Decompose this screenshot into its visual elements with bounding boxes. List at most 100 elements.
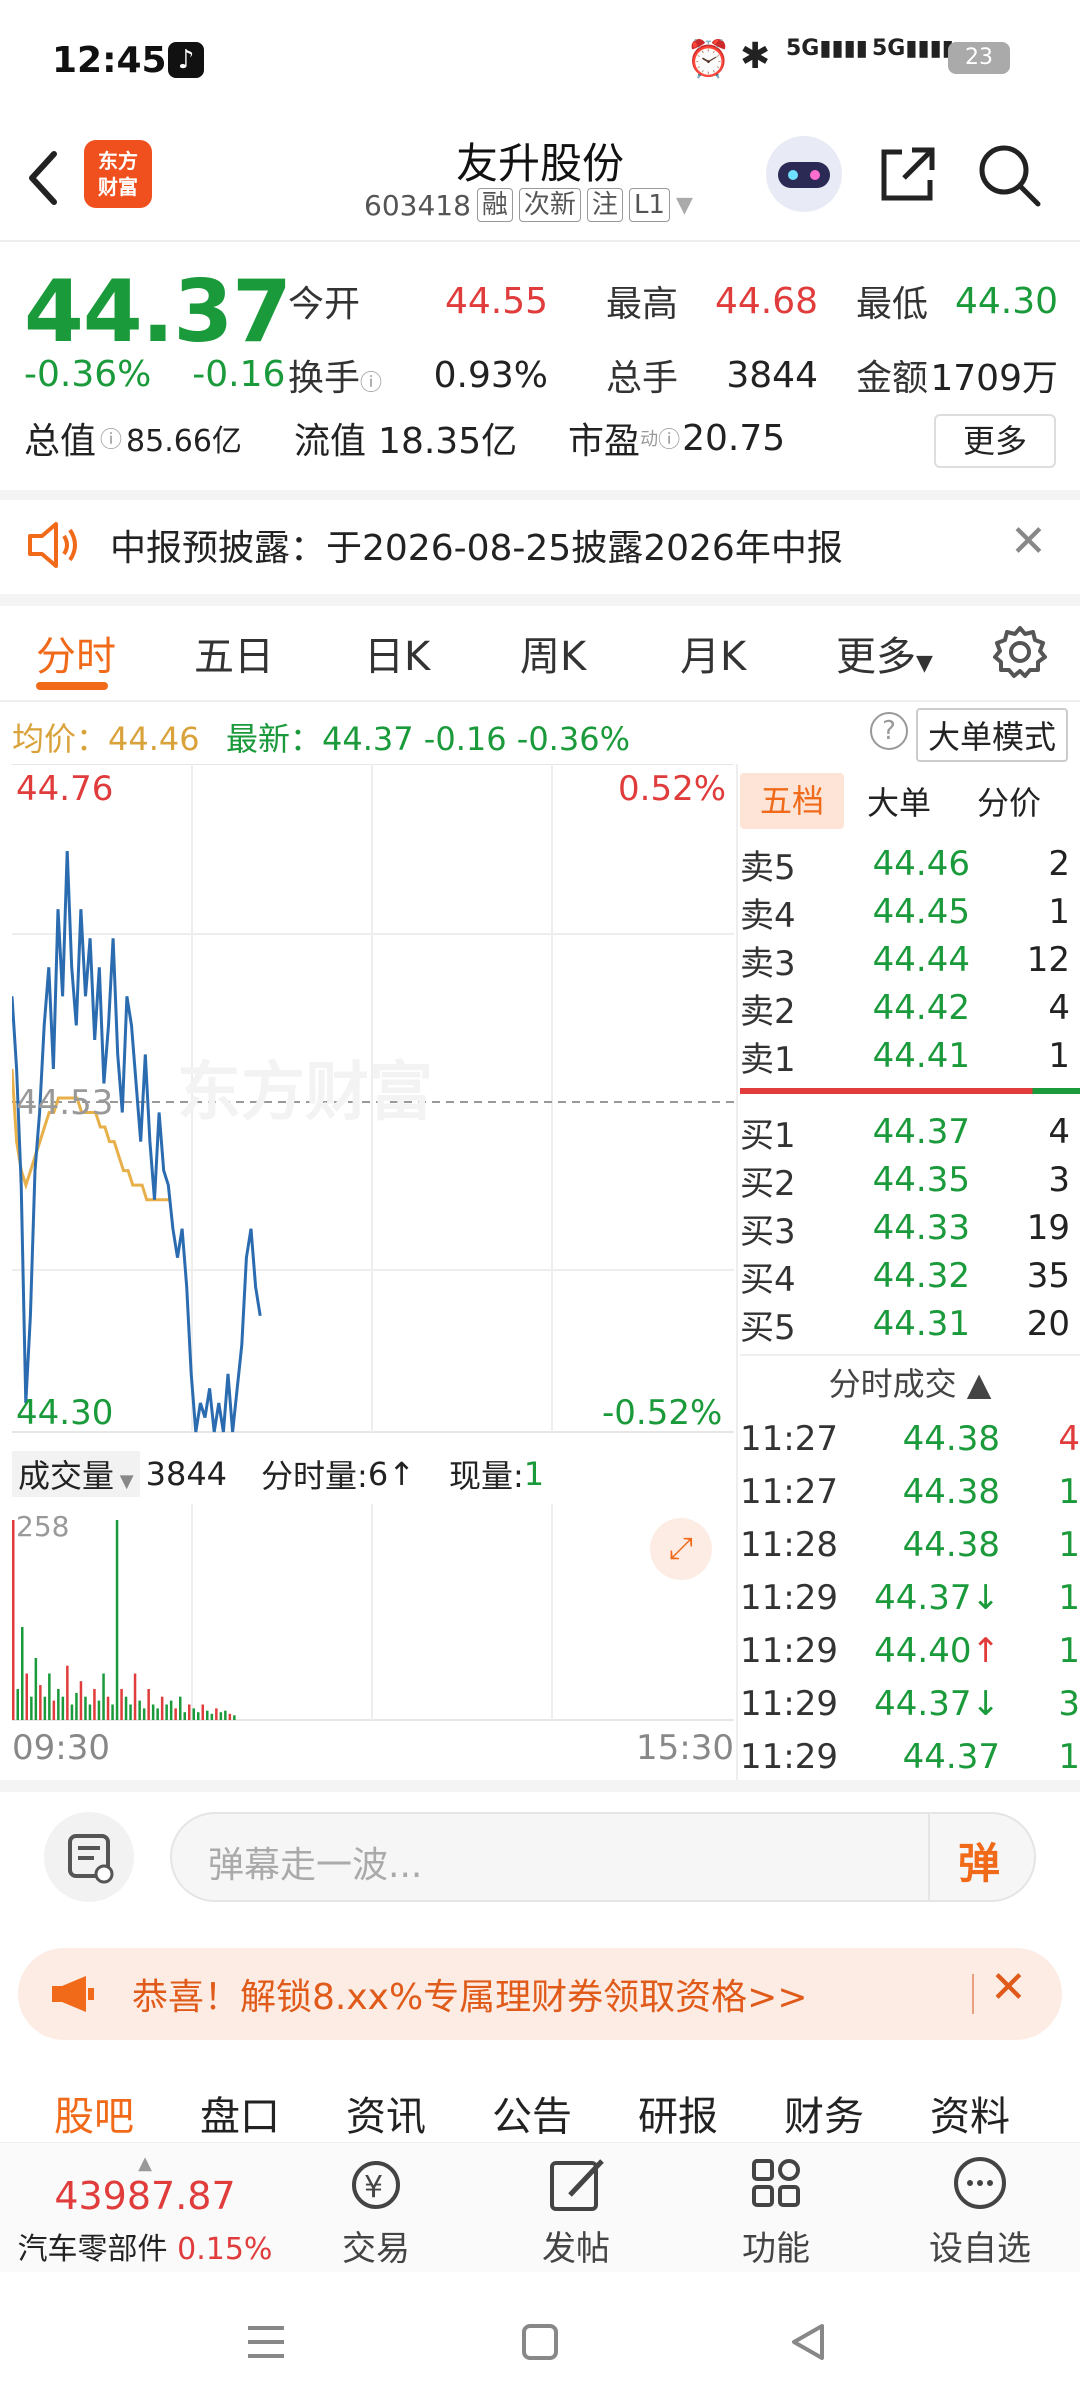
more-button[interactable]: 更多 bbox=[934, 414, 1056, 468]
ask-row[interactable]: 卖2 44.42 4 bbox=[740, 984, 1080, 1032]
bid-row[interactable]: 买2 44.35 3 bbox=[740, 1156, 1080, 1204]
level-volume: 4 bbox=[1048, 1112, 1070, 1152]
close-icon[interactable]: ✕ bbox=[990, 1962, 1027, 2013]
danmaku-settings-icon[interactable] bbox=[44, 1812, 134, 1902]
intraday-chart[interactable]: 东方财富 44.76 44.53 44.30 0.52% -0.52% bbox=[12, 764, 734, 1444]
sector-row: 汽车零部件 0.15% bbox=[0, 2224, 290, 2268]
bid-row[interactable]: 买4 44.32 35 bbox=[740, 1252, 1080, 1300]
level-label: 买2 bbox=[740, 1163, 796, 1204]
robot-assistant-icon[interactable] bbox=[766, 136, 842, 212]
volume-bar bbox=[156, 1708, 159, 1720]
sector-index[interactable]: ▲ 43987.87 汽车零部件 0.15% bbox=[0, 2153, 290, 2268]
settings-icon[interactable] bbox=[992, 624, 1048, 680]
level-price: 44.32 bbox=[872, 1256, 970, 1296]
send-danmaku-button[interactable]: 弹 bbox=[958, 1830, 1000, 1891]
down-arrow-icon: ↓ bbox=[971, 1577, 1001, 1618]
danmaku-input[interactable]: 弹幕走一波... 弹 bbox=[170, 1812, 1036, 1902]
tab-large-order[interactable]: 大单 bbox=[844, 778, 954, 824]
trade-button[interactable]: ¥ 交易 bbox=[306, 2149, 446, 2270]
grid-icon bbox=[752, 2159, 800, 2207]
edit-icon bbox=[550, 2159, 604, 2211]
ask-row[interactable]: 卖1 44.41 1 bbox=[740, 1032, 1080, 1080]
info-icon[interactable]: ⓘ bbox=[658, 422, 680, 454]
tab-profile[interactable]: 资料 bbox=[930, 2084, 1010, 2142]
current-price: 44.37 bbox=[24, 262, 292, 362]
amount-label: 金额 bbox=[855, 358, 928, 399]
volume-bar bbox=[120, 1689, 123, 1720]
tab-daily-k[interactable]: 日K bbox=[364, 624, 430, 682]
tag-level: L1 bbox=[628, 188, 670, 222]
post-label: 发帖 bbox=[542, 2229, 610, 2269]
trade-volume: 3 bbox=[1058, 1683, 1080, 1724]
tag-new: 次新 bbox=[518, 188, 581, 222]
tab-news[interactable]: 资讯 bbox=[346, 2084, 426, 2142]
tab-announcements[interactable]: 公告 bbox=[492, 2084, 572, 2142]
trade-time: 11:27 bbox=[740, 1471, 838, 1512]
megaphone-icon bbox=[52, 1976, 94, 2012]
volume-dropdown[interactable]: 成交量 ▼ bbox=[12, 1451, 140, 1497]
function-button[interactable]: 功能 bbox=[706, 2149, 846, 2270]
info-icon[interactable]: ⓘ bbox=[100, 422, 122, 454]
bid-levels: 买1 44.37 4 买2 44.35 3 买3 44.33 19 买4 44.32 35 买5 44.3… bbox=[740, 1108, 1080, 1348]
divider bbox=[928, 1814, 930, 1902]
trade-label: 交易 bbox=[342, 2229, 410, 2269]
speaker-icon bbox=[28, 522, 77, 568]
total-value: 85.66亿 bbox=[126, 424, 242, 459]
y-axis-mid: 44.53 bbox=[16, 1083, 113, 1123]
volume-bar bbox=[21, 1627, 24, 1720]
tab-finance[interactable]: 财务 bbox=[784, 2084, 864, 2142]
tab-more[interactable]: 更多▼ bbox=[836, 624, 933, 682]
bluetooth-icon: ✱ bbox=[740, 36, 771, 77]
volume-bar bbox=[66, 1665, 69, 1720]
trade-price: 44.40↑ bbox=[874, 1630, 1000, 1671]
divider bbox=[972, 1974, 974, 2014]
menu-icon[interactable] bbox=[244, 2320, 288, 2364]
dropdown-icon[interactable]: ▼ bbox=[676, 193, 693, 218]
info-icon[interactable]: ⓘ bbox=[360, 371, 382, 396]
time-end: 15:30 bbox=[636, 1728, 734, 1768]
large-order-mode-button[interactable]: 大单模式 bbox=[916, 708, 1069, 762]
volume-bar bbox=[88, 1704, 92, 1720]
volume-chart[interactable]: 258 ⤢ bbox=[12, 1504, 734, 1724]
expand-icon[interactable]: ⤢ bbox=[650, 1518, 712, 1580]
tab-five-day[interactable]: 五日 bbox=[194, 624, 274, 682]
volume-bar bbox=[228, 1713, 232, 1720]
tab-price-distribution[interactable]: 分价 bbox=[954, 778, 1064, 824]
latest-price: 最新：44.37 -0.16 -0.36% bbox=[226, 720, 630, 758]
promo-banner[interactable]: 恭喜！解锁8.xx%专属理财券领取资格>> ✕ bbox=[18, 1948, 1062, 2040]
home-icon[interactable] bbox=[518, 2320, 562, 2364]
help-icon[interactable]: ? bbox=[870, 712, 908, 750]
notice-bar[interactable]: 中报预披露：于2026-08-25披露2026年中报 ✕ bbox=[0, 496, 1080, 594]
close-icon[interactable]: ✕ bbox=[1010, 516, 1047, 567]
bid-row[interactable]: 买1 44.37 4 bbox=[740, 1108, 1080, 1156]
tab-five-level[interactable]: 五档 bbox=[740, 773, 844, 829]
ask-row[interactable]: 卖4 44.45 1 bbox=[740, 888, 1080, 936]
volume-bar bbox=[61, 1696, 65, 1720]
bid-row[interactable]: 买3 44.33 19 bbox=[740, 1204, 1080, 1252]
tab-forum[interactable]: 股吧 bbox=[54, 2084, 134, 2142]
trades-header[interactable]: 分时成交 ▲ bbox=[740, 1356, 1080, 1412]
add-watchlist-button[interactable]: 设自选 bbox=[910, 2149, 1050, 2270]
trade-price: 44.38 bbox=[902, 1471, 1000, 1512]
bid-row[interactable]: 买5 44.31 20 bbox=[740, 1300, 1080, 1348]
ask-row[interactable]: 卖3 44.44 12 bbox=[740, 936, 1080, 984]
back-nav-icon[interactable] bbox=[786, 2320, 830, 2364]
tab-intraday[interactable]: 分时 bbox=[36, 624, 116, 682]
tab-monthly-k[interactable]: 月K bbox=[680, 624, 746, 682]
volume-bar bbox=[115, 1520, 119, 1720]
volume-bar bbox=[129, 1704, 132, 1720]
trade-list: 11:27 44.38 4 11:27 44.38 1 11:28 44.38 1 11:29 44… bbox=[740, 1412, 1080, 1783]
ask-levels: 卖5 44.46 2 卖4 44.45 1 卖3 44.44 12 卖2 44.42 4 卖1 44.41… bbox=[740, 840, 1080, 1080]
open-value: 44.55 bbox=[444, 280, 548, 322]
post-button[interactable]: 发帖 bbox=[506, 2149, 646, 2270]
ask-row[interactable]: 卖5 44.46 2 bbox=[740, 840, 1080, 888]
tab-research[interactable]: 研报 bbox=[638, 2084, 718, 2142]
search-icon[interactable] bbox=[976, 142, 1042, 208]
quote-grid: 今开 44.55 最高 44.68 最低 44.30 换手ⓘ 0.93% 总手 … bbox=[288, 264, 1058, 412]
tab-weekly-k[interactable]: 周K bbox=[520, 624, 586, 682]
order-book-tabs: 五档 大单 分价 bbox=[740, 768, 1080, 834]
tag-registered: 注 bbox=[586, 188, 623, 222]
share-icon[interactable] bbox=[876, 142, 940, 206]
bottom-toolbar: ▲ 43987.87 汽车零部件 0.15% ¥ 交易 发帖 功能 设自选 bbox=[0, 2142, 1080, 2272]
tab-order-board[interactable]: 盘口 bbox=[200, 2084, 280, 2142]
